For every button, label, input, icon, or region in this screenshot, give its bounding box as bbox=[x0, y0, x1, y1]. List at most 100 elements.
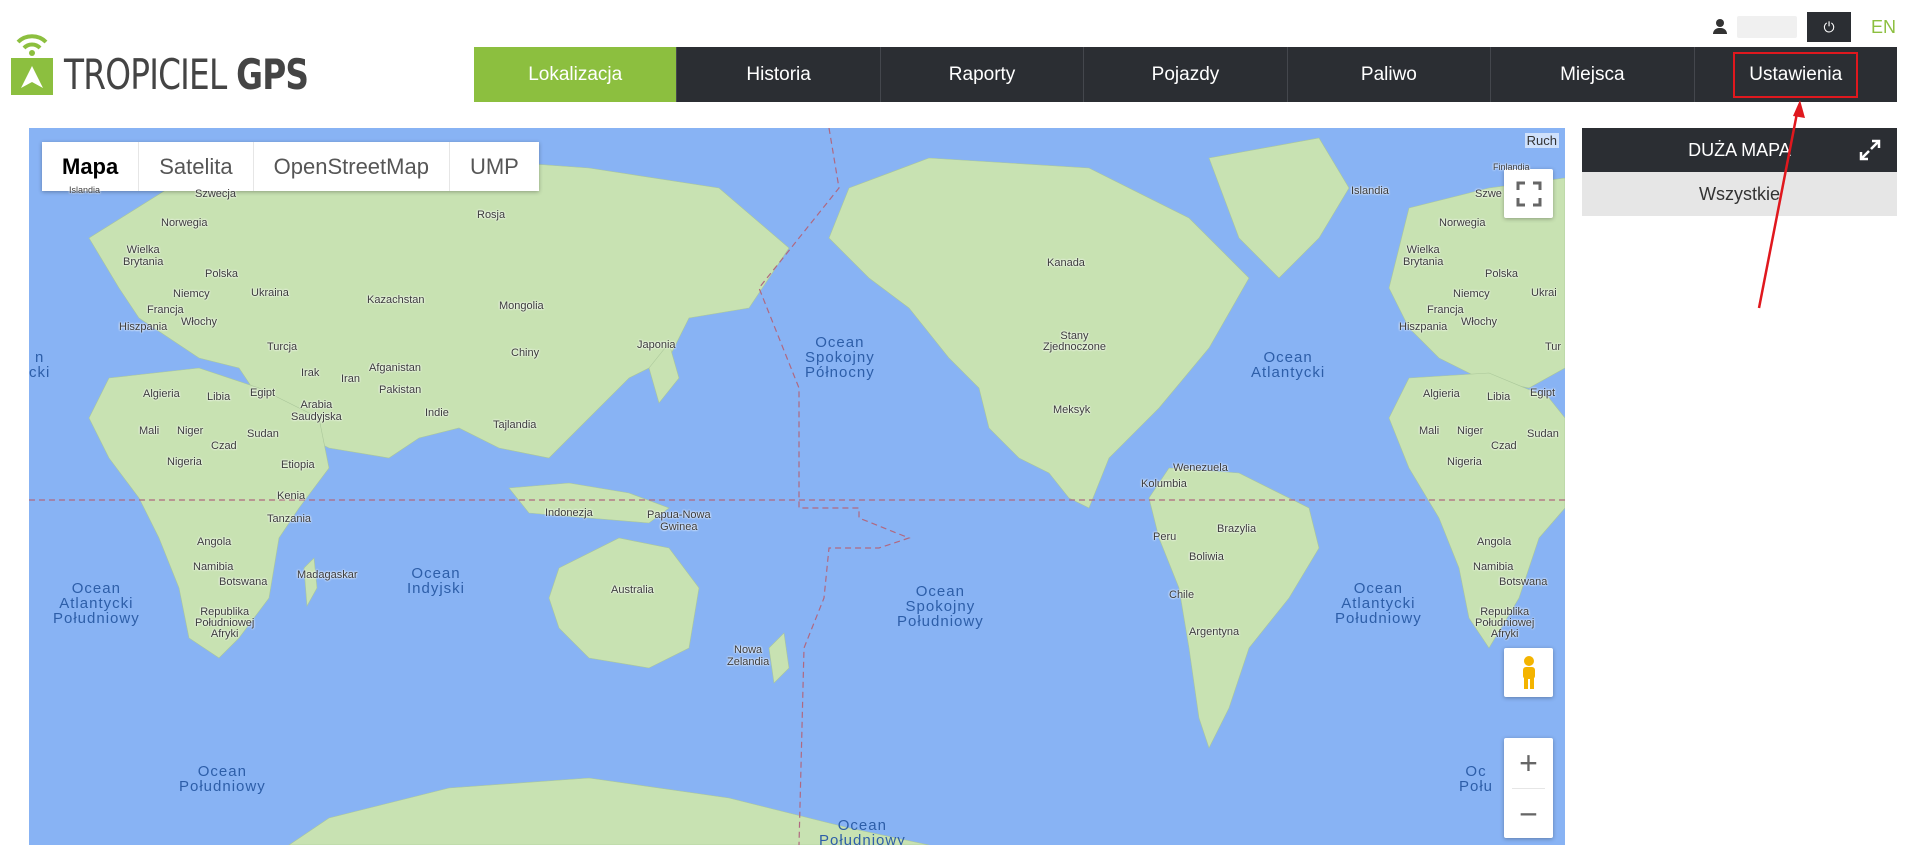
country-label: Polska bbox=[205, 268, 239, 280]
country-label: Kazachstan bbox=[367, 294, 425, 306]
country-label: Peru bbox=[1153, 531, 1177, 543]
country-label: Algieria bbox=[143, 388, 180, 400]
nav-paliwo[interactable]: Paliwo bbox=[1288, 47, 1492, 102]
country-label: Egipt bbox=[1530, 387, 1556, 399]
country-label: Norwegia bbox=[161, 217, 208, 229]
country-label: Tur bbox=[1545, 341, 1562, 353]
country-label: Botswana bbox=[219, 576, 268, 588]
world-map-geometry bbox=[29, 128, 1565, 845]
nav-historia[interactable]: Historia bbox=[677, 47, 881, 102]
country-label: Niemcy bbox=[1453, 288, 1490, 300]
country-label: Libia bbox=[207, 391, 231, 403]
country-label: Meksyk bbox=[1053, 404, 1091, 416]
country-label: Brazylia bbox=[1217, 523, 1257, 535]
country-label: Wielka Brytania bbox=[1403, 244, 1444, 268]
top-utility-bar: ⏻ EN bbox=[1712, 12, 1896, 42]
country-label: Botswana bbox=[1499, 576, 1548, 588]
country-label: Sudan bbox=[1527, 428, 1559, 440]
country-label: Indonezja bbox=[545, 507, 593, 519]
map-type-satelita[interactable]: Satelita bbox=[139, 142, 254, 191]
zoom-control: + − bbox=[1504, 738, 1553, 838]
traffic-label[interactable]: Ruch bbox=[1524, 133, 1559, 148]
language-switch[interactable]: EN bbox=[1871, 17, 1896, 38]
map-view[interactable]: Mapa Satelita OpenStreetMap UMP Ruch + −… bbox=[29, 128, 1565, 845]
country-label: Argentyna bbox=[1189, 626, 1240, 638]
ocean-label: Ocean Spokojny Północny bbox=[805, 334, 875, 381]
ocean-label: Ocean Atlantycki Południowy bbox=[1335, 580, 1422, 627]
ocean-label: Oc Połu bbox=[1459, 763, 1494, 795]
country-label: Angola bbox=[1477, 536, 1512, 548]
country-label: Niger bbox=[177, 425, 204, 437]
country-label: Kanada bbox=[1047, 257, 1085, 269]
country-label: Pakistan bbox=[379, 384, 422, 396]
brand-logo[interactable]: TROPICIEL GPS bbox=[10, 26, 377, 96]
country-label: Libia bbox=[1487, 391, 1511, 403]
logo-signal-icon bbox=[11, 34, 53, 95]
nav-ustawienia[interactable]: Ustawienia bbox=[1695, 47, 1897, 102]
country-label: Mali bbox=[139, 425, 160, 437]
country-label: Czad bbox=[211, 440, 237, 452]
country-label: Madagaskar bbox=[297, 569, 358, 581]
map-type-ump[interactable]: UMP bbox=[450, 142, 539, 191]
map-type-switcher: Mapa Satelita OpenStreetMap UMP bbox=[42, 142, 539, 191]
country-label: Chile bbox=[1169, 589, 1195, 601]
main-nav: Lokalizacja Historia Raporty Pojazdy Pal… bbox=[474, 47, 1897, 102]
nav-lokalizacja[interactable]: Lokalizacja bbox=[474, 47, 678, 102]
country-label: Kolumbia bbox=[1141, 478, 1187, 490]
country-label: Tajlandia bbox=[493, 419, 537, 431]
big-map-button[interactable]: DUŻA MAPA bbox=[1582, 128, 1897, 172]
country-label: Republika Południowej Afryki bbox=[195, 606, 255, 640]
country-label: Polska bbox=[1485, 268, 1519, 280]
country-label: Namibia bbox=[1473, 561, 1514, 573]
country-label: Hiszpania bbox=[119, 321, 168, 333]
country-label: Wenezuela bbox=[1173, 462, 1228, 474]
country-label: Papua-Nowa Gwinea bbox=[647, 509, 711, 533]
country-label: Włochy bbox=[181, 316, 218, 328]
country-label: Szwe bbox=[1475, 188, 1502, 200]
country-label: Nigeria bbox=[1447, 456, 1482, 468]
fullscreen-icon bbox=[1516, 181, 1541, 206]
country-label: Mali bbox=[1419, 425, 1440, 437]
all-vehicles-button[interactable]: Wszystkie bbox=[1582, 172, 1897, 216]
country-label: Australia bbox=[611, 584, 654, 596]
nav-miejsca[interactable]: Miejsca bbox=[1491, 47, 1695, 102]
country-label: Rosja bbox=[477, 209, 506, 221]
fullscreen-button[interactable] bbox=[1504, 169, 1553, 218]
country-label: Turcja bbox=[267, 341, 298, 353]
country-label: Szwecja bbox=[195, 188, 236, 200]
country-label: Etiopia bbox=[281, 459, 315, 471]
country-label: Islandia bbox=[69, 185, 101, 195]
ocean-label: n cki bbox=[29, 349, 51, 381]
expand-icon bbox=[1859, 139, 1881, 161]
nav-pojazdy[interactable]: Pojazdy bbox=[1084, 47, 1288, 102]
pegman-icon bbox=[1522, 655, 1535, 689]
country-label: Algieria bbox=[1423, 388, 1460, 400]
street-view-pegman[interactable] bbox=[1504, 648, 1553, 697]
country-label: Namibia bbox=[193, 561, 234, 573]
country-label: Japonia bbox=[637, 339, 676, 351]
country-label: Francja bbox=[147, 304, 184, 316]
map-type-mapa[interactable]: Mapa bbox=[42, 142, 140, 191]
country-label: Hiszpania bbox=[1399, 321, 1448, 333]
side-panel: DUŻA MAPA Wszystkie bbox=[1582, 128, 1897, 216]
country-label: Indie bbox=[425, 407, 449, 419]
zoom-out-button[interactable]: − bbox=[1504, 789, 1553, 839]
big-map-label: DUŻA MAPA bbox=[1688, 139, 1791, 160]
map-type-openstreetmap[interactable]: OpenStreetMap bbox=[254, 142, 450, 191]
ocean-label: Ocean Spokojny Południowy bbox=[897, 583, 984, 630]
country-label: Afganistan bbox=[369, 362, 421, 374]
zoom-in-button[interactable]: + bbox=[1504, 738, 1553, 788]
country-label: Republika Południowej Afryki bbox=[1475, 606, 1535, 640]
country-label: Ukraina bbox=[251, 287, 289, 299]
country-label: Włochy bbox=[1461, 316, 1498, 328]
country-label: Angola bbox=[197, 536, 232, 548]
country-label: Niger bbox=[1457, 425, 1484, 437]
ocean-label: Ocean Południowy bbox=[179, 763, 266, 795]
country-label: Arabia Saudyjska bbox=[291, 399, 342, 423]
logout-button[interactable]: ⏻ bbox=[1806, 12, 1851, 42]
brand-name: TROPICIEL GPS bbox=[64, 50, 309, 99]
country-label: Stany Zjednoczone bbox=[1043, 330, 1106, 353]
country-label: Niemcy bbox=[173, 288, 210, 300]
country-label: Boliwia bbox=[1189, 551, 1224, 563]
nav-raporty[interactable]: Raporty bbox=[881, 47, 1085, 102]
